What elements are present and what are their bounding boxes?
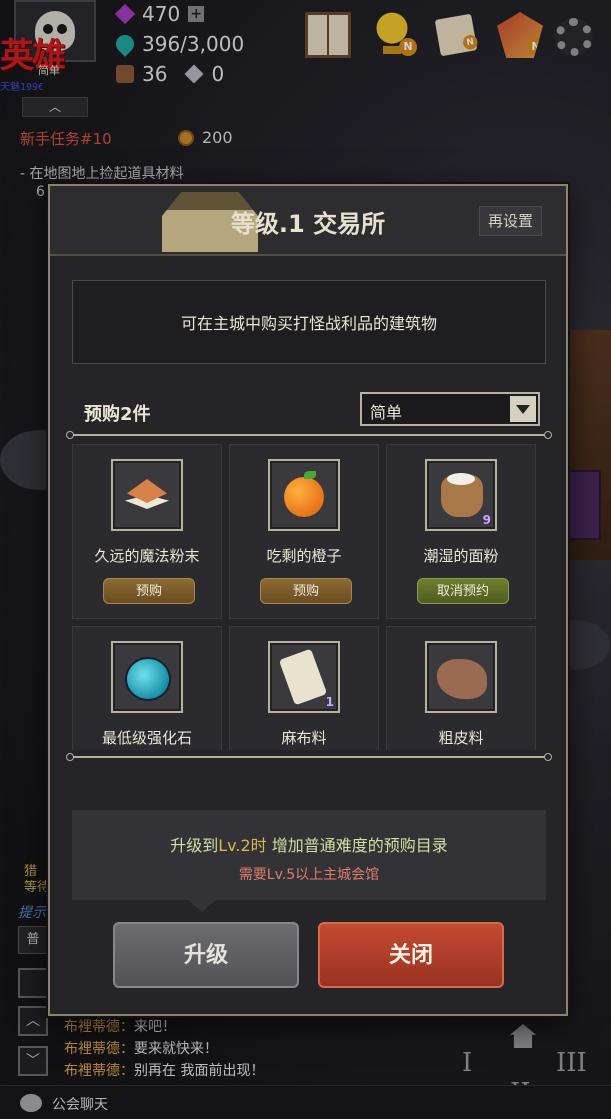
rough-hide-icon <box>425 641 497 713</box>
divider <box>66 431 552 439</box>
item-cell: 吃剩的橙子 预购 <box>229 444 379 619</box>
orange-leaf <box>304 471 316 479</box>
item-name: 粗皮料 <box>438 729 484 747</box>
item-name: 吃剩的橙子 <box>266 547 342 565</box>
upgrade-suffix: 增加普通难度的预购目录 <box>266 836 448 855</box>
item-name: 潮湿的面粉 <box>423 547 499 565</box>
preorder-button[interactable]: 预购 <box>260 578 352 604</box>
upgrade-benefit: 升级到Lv.2时 增加普通难度的预购目录 <box>72 832 546 856</box>
flour-sack-icon: 9 <box>425 459 497 531</box>
upgrade-level: Lv.2时 <box>218 836 267 855</box>
item-count: 9 <box>482 513 491 527</box>
preorder-button[interactable]: 预购 <box>103 578 195 604</box>
chevron-down-icon[interactable] <box>510 396 536 422</box>
upgrade-button[interactable]: 升级 <box>113 922 299 988</box>
hide <box>437 659 487 699</box>
reset-button[interactable]: 再设置 <box>478 206 542 236</box>
divider <box>66 753 552 761</box>
item-cell: 1 麻布料 <box>229 626 379 750</box>
item-name: 最低级强化石 <box>101 729 192 747</box>
dialog-header: 等级.1 交易所 再设置 <box>50 186 566 256</box>
orange-fruit <box>284 477 324 517</box>
item-cell: 最低级强化石 <box>72 626 222 750</box>
stone <box>125 657 171 701</box>
difficulty-select[interactable]: 简单 <box>360 392 540 426</box>
difficulty-selected-value: 简单 <box>370 403 403 422</box>
item-name: 久远的魔法粉末 <box>94 547 200 565</box>
item-name: 麻布料 <box>281 729 327 747</box>
cancel-preorder-button[interactable]: 取消预约 <box>417 578 509 604</box>
upgrade-info: 升级到Lv.2时 增加普通难度的预购目录 需要Lv.5以上主城会馆 <box>72 810 546 900</box>
preorder-count-label: 预购2件 <box>84 404 151 425</box>
enhance-stone-icon <box>111 641 183 713</box>
building-description: 可在主城中购买打怪战利品的建筑物 <box>72 280 546 364</box>
exchange-dialog: 等级.1 交易所 再设置 可在主城中购买打怪战利品的建筑物 预购2件 简单 久远… <box>48 184 568 1016</box>
upgrade-prefix: 升级到 <box>170 836 219 855</box>
close-button[interactable]: 关闭 <box>318 922 504 988</box>
item-count: 1 <box>325 695 334 709</box>
orange-icon <box>268 459 340 531</box>
tooltip-tail <box>188 900 216 912</box>
item-cell: 久远的魔法粉末 预购 <box>72 444 222 619</box>
item-cell: 9 潮湿的面粉 取消预约 <box>386 444 536 619</box>
linen-cloth-icon: 1 <box>268 641 340 713</box>
item-cell: 粗皮料 <box>386 626 536 750</box>
flour-top <box>447 473 475 485</box>
upgrade-requirement: 需要Lv.5以上主城会馆 <box>238 867 380 883</box>
item-grid[interactable]: 久远的魔法粉末 预购 吃剩的橙子 预购 9 潮湿的面粉 取消预约 最低级强化石 <box>72 444 546 750</box>
cloth <box>278 648 328 706</box>
magic-powder-icon <box>111 459 183 531</box>
